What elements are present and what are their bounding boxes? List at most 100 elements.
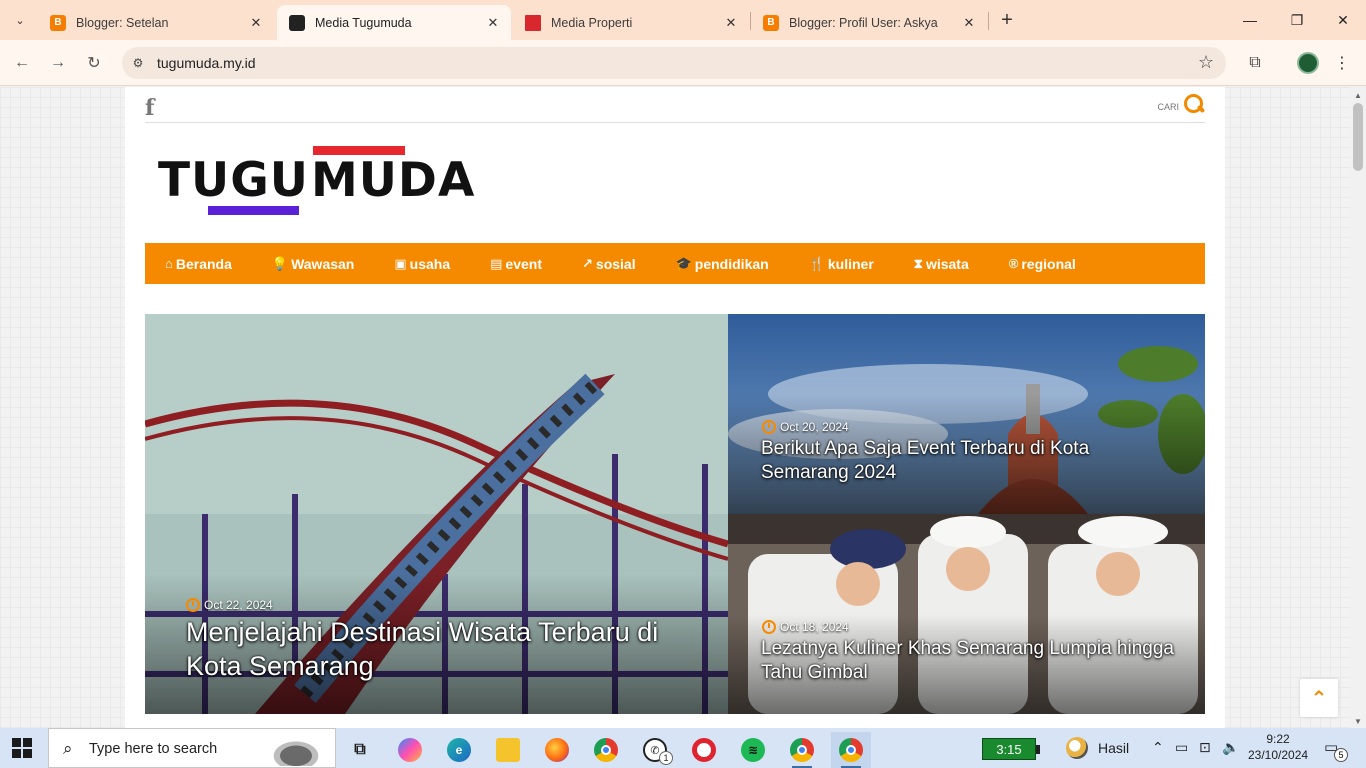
facebook-icon[interactable]: f [145,95,154,121]
windows-start-icon[interactable] [12,738,32,758]
scroll-thumb[interactable] [1353,103,1363,171]
copilot-icon [398,738,422,762]
forward-button[interactable]: → [46,51,70,75]
clock-icon [762,420,776,434]
lightbulb-icon: 💡 [271,255,289,271]
notification-count-badge: 5 [1334,748,1348,762]
tray-chevron-up-icon[interactable]: ⌃ [1152,739,1164,756]
taskbar-chrome[interactable] [586,732,626,768]
taskbar-search-box[interactable]: ⌕ Type here to search [48,728,336,768]
edge-icon: e [447,738,471,762]
side-post[interactable]: Oct 18, 2024 Lezatnya Kuliner Khas Semar… [728,514,1205,714]
whatsapp-badge: 1 [659,751,673,765]
weather-icon[interactable] [1066,737,1088,759]
tab-media-tugumuda[interactable]: Media Tugumuda ✕ [277,5,511,40]
nav-item-beranda[interactable]: ⌂ Beranda [165,256,232,272]
task-view-button[interactable]: ⧉ [340,732,380,768]
scroll-down-arrow-icon[interactable]: ▼ [1354,717,1362,726]
profile-avatar[interactable] [1297,52,1319,74]
chrome-icon [594,738,618,762]
nav-label: usaha [409,255,451,272]
page-scrollbar[interactable]: ▲ ▼ [1350,87,1366,728]
clock-icon [762,620,776,634]
folder-icon [496,738,520,762]
nav-label: wisata [925,255,969,272]
home-icon: ⌂ [165,256,173,271]
nav-item-kuliner[interactable]: 🍴 kuliner [809,256,874,272]
minimize-button[interactable]: — [1238,8,1262,32]
taskbar-whatsapp[interactable]: ✆ 1 [635,732,675,768]
site-search[interactable]: CARI [1157,93,1205,115]
taskbar-spotify[interactable]: ≋ [733,732,773,768]
back-to-top-button[interactable]: ⌃ [1300,679,1338,717]
taskbar-file-explorer[interactable] [488,732,528,768]
main-nav: ⌂ Beranda 💡 Wawasan ▣ usaha ▤ event ↗ sosial … [145,243,1205,284]
tab-search-button[interactable]: ⌄ [8,8,32,32]
taskbar-edge[interactable]: e [439,732,479,768]
bookmark-star-icon[interactable]: ☆ [1198,52,1214,73]
tab-title: Media Tugumuda [315,15,412,30]
restore-button[interactable]: ❐ [1285,8,1309,32]
system-clock[interactable]: 9:22 23/10/2024 [1248,731,1308,763]
nav-label: regional [1021,255,1076,272]
browser-tab-strip: ⌄ B Blogger: Setelan ✕ Media Tugumuda ✕ … [0,0,1366,40]
post-title[interactable]: Lezatnya Kuliner Khas Semarang Lumpia hi… [761,637,1181,685]
site-settings-icon[interactable]: ⚙ [130,55,146,71]
network-icon[interactable]: ⊡ [1199,739,1211,756]
search-icon[interactable] [1183,93,1205,115]
volume-icon[interactable]: 🔈 [1222,739,1239,756]
nav-item-regional[interactable]: ® regional [1009,256,1076,272]
close-tab-icon[interactable]: ✕ [961,15,977,31]
featured-post[interactable]: Oct 22, 2024 Menjelajahi Destinasi Wisat… [145,314,728,714]
nav-item-wawasan[interactable]: 💡 Wawasan [272,256,354,272]
taskbar-chrome-active[interactable] [831,732,871,768]
share-icon: ↗ [582,255,593,271]
nav-item-event[interactable]: ▤ event [490,256,542,272]
site-logo[interactable]: TUGU MUDA [158,145,474,217]
extensions-icon[interactable]: ⧉ [1243,51,1267,75]
close-tab-icon[interactable]: ✕ [485,15,501,31]
url-text[interactable]: tugumuda.my.id [157,55,256,71]
close-tab-icon[interactable]: ✕ [723,15,739,31]
nav-label: Wawasan [291,255,355,272]
nav-item-wisata[interactable]: ⧗ wisata [914,256,969,272]
clock-time: 9:22 [1266,732,1290,746]
task-view-icon: ⧉ [354,741,366,758]
browser-menu-icon[interactable]: ⋮ [1330,51,1354,75]
post-date-text: Oct 22, 2024 [204,598,273,612]
side-post[interactable]: Oct 20, 2024 Berikut Apa Saja Event Terb… [728,314,1205,514]
reload-button[interactable]: ↻ [82,51,106,75]
blogger-favicon-icon: B [50,14,66,31]
taskbar-copilot[interactable] [390,732,430,768]
close-window-button[interactable]: ✕ [1331,8,1355,32]
post-title[interactable]: Berikut Apa Saja Event Terbaru di Kota S… [761,437,1181,485]
taskbar-search-placeholder[interactable]: Type here to search [89,741,217,757]
firefox-icon [545,738,569,762]
clock-icon [186,598,200,612]
scroll-up-arrow-icon[interactable]: ▲ [1354,91,1362,100]
tugumuda-favicon-icon [289,14,305,31]
nav-item-usaha[interactable]: ▣ usaha [394,256,450,272]
taskbar-opera[interactable] [684,732,724,768]
nav-label: pendidikan [694,255,769,272]
post-date-text: Oct 18, 2024 [780,620,849,634]
address-bar[interactable]: ⚙ tugumuda.my.id ☆ [122,47,1226,79]
tab-blogger-setelan[interactable]: B Blogger: Setelan ✕ [38,5,274,40]
post-title[interactable]: Menjelajahi Destinasi Wisata Terbaru di … [186,616,706,684]
battery-icon[interactable]: ▭ [1175,739,1188,756]
nav-item-pendidikan[interactable]: 🎓 pendidikan [676,256,769,272]
tab-media-properti[interactable]: Media Properti ✕ [513,5,749,40]
back-button[interactable]: ← [10,51,34,75]
new-tab-button[interactable]: + [996,9,1018,31]
taskbar-firefox[interactable] [537,732,577,768]
briefcase-icon: ▣ [394,255,407,271]
close-tab-icon[interactable]: ✕ [248,15,264,31]
tab-blogger-profil[interactable]: B Blogger: Profil User: Askya ✕ [751,5,987,40]
battery-time-widget[interactable]: 3:15 [982,738,1040,760]
logo-text-left: TUGU [158,153,309,208]
nav-item-sosial[interactable]: ↗ sosial [582,256,636,272]
nav-label: kuliner [827,255,874,272]
weather-text[interactable]: Hasil [1098,740,1129,756]
taskbar-chrome-profile-n[interactable] [782,732,822,768]
hourglass-icon: ⧗ [913,255,923,271]
